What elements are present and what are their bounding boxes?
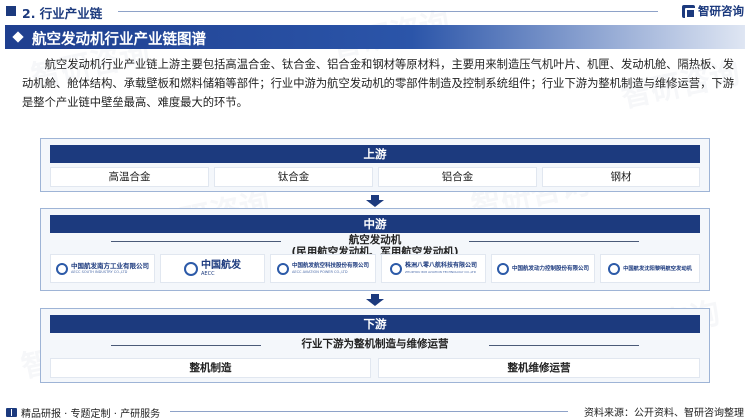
company-name: 中国航发 (201, 260, 241, 271)
upstream-item: 铝合金 (378, 167, 537, 187)
company-name: 中国航发沈阳黎明航空发动机 (623, 265, 692, 272)
header-divider (118, 11, 658, 12)
downstream-subtitle: 行业下游为整机制造与维修运营 (301, 338, 449, 350)
company-logo: 中国航发南方工业有限公司 AECC SOUTH INDUSTRY CO.,LTD (50, 254, 155, 283)
downstream-panel: 下游 行业下游为整机制造与维修运营 整机制造 整机维修运营 (40, 308, 710, 383)
company-name-en: ZHUZHOU 808 AVIATION TECHNOLOGY CO.,LTD (404, 270, 477, 274)
footer-divider (170, 411, 568, 412)
midstream-heading: 中游 (50, 215, 700, 233)
diamond-icon (12, 31, 24, 43)
upstream-item: 钛合金 (214, 167, 373, 187)
down-arrow-icon (366, 195, 384, 207)
company-name: 中国航发航空科技股份有限公司 (291, 263, 369, 269)
brand-logo: 智研咨询 (682, 3, 744, 19)
upstream-item: 钢材 (542, 167, 700, 187)
upstream-item: 高温合金 (50, 167, 209, 187)
intro-paragraph: 航空发动机行业产业链上游主要包括高温合金、钛合金、铝合金和钢材等原材料，主要用来… (22, 58, 734, 109)
midstream-panel: 中游 航空发动机 (民用航空发动机、军用航空发动机) 中国航发南方工业有限公司 … (40, 208, 710, 291)
company-emblem-icon (184, 261, 198, 276)
company-logo: 中国航发动力控制股份有限公司 (491, 254, 595, 283)
brand-icon (682, 4, 696, 19)
company-name: 中国航发动力控制股份有限公司 (511, 265, 589, 272)
title-bar: 航空发动机行业产业链图谱 (5, 25, 745, 49)
upstream-heading: 上游 (50, 145, 700, 163)
down-arrow-icon (366, 294, 384, 306)
footer-tagline-text: 精品研报 · 专题定制 · 产研服务 (21, 409, 161, 419)
company-name-en: AECC SOUTH INDUSTRY CO.,LTD (71, 270, 128, 274)
page-title: 航空发动机行业产业链图谱 (32, 32, 206, 48)
company-logo: 中国航发航空科技股份有限公司 AECC AVIATION POWER CO.,L… (270, 254, 376, 283)
downstream-item: 整机制造 (50, 358, 371, 378)
source-note: 资料来源：公开资料、智研咨询整理 (584, 408, 744, 419)
book-icon (6, 408, 17, 417)
company-emblem-icon (389, 262, 402, 275)
company-name-en: AECC AVIATION POWER CO.,LTD (291, 270, 348, 274)
upstream-panel: 上游 高温合金 钛合金 铝合金 钢材 (40, 138, 710, 192)
company-name: 株洲八零八航科技有限公司 (404, 262, 477, 269)
footer-tagline: 精品研报 · 专题定制 · 产研服务 (6, 405, 160, 419)
brand-name: 智研咨询 (698, 4, 744, 18)
top-header: 2. 行业产业链 智研咨询 (0, 0, 750, 22)
company-name: 中国航发南方工业有限公司 (71, 262, 149, 270)
company-emblem-icon (608, 262, 621, 275)
company-logo: 株洲八零八航科技有限公司 ZHUZHOU 808 AVIATION TECHNO… (381, 254, 486, 283)
company-emblem-icon (496, 262, 509, 275)
downstream-item: 整机维修运营 (378, 358, 700, 378)
downstream-heading: 下游 (50, 315, 700, 333)
section-title: 2. 行业产业链 (22, 6, 103, 21)
company-emblem-icon (276, 262, 289, 275)
company-name-en: AECC (201, 271, 215, 277)
company-emblem-icon (56, 262, 68, 275)
company-logo: 中国航发沈阳黎明航空发动机 (600, 254, 700, 283)
company-logo: 中国航发 AECC (160, 254, 265, 283)
section-square-icon (6, 6, 16, 16)
